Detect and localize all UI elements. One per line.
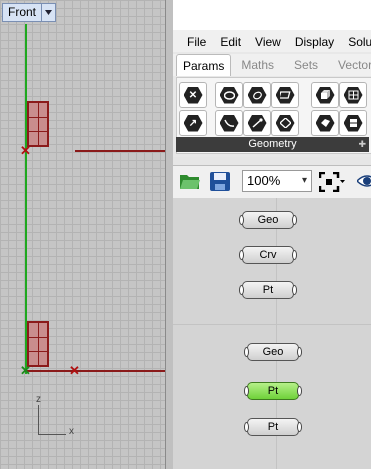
grasshopper-canvas[interactable]: Geo Crv Pt Geo Pt Pt (173, 198, 371, 469)
output-grip[interactable] (292, 285, 297, 295)
point-param-selected[interactable]: Pt (244, 382, 302, 400)
input-grip[interactable] (244, 422, 249, 432)
output-grip[interactable] (297, 422, 302, 432)
ring-icon[interactable] (243, 82, 271, 108)
output-grip[interactable] (297, 386, 302, 396)
zoom-select[interactable]: 100% ▾ (242, 170, 312, 192)
tab-maths[interactable]: Maths (231, 54, 284, 76)
canvas-toolbar: 100% ▾ (173, 165, 371, 199)
curve-icon[interactable] (215, 110, 243, 136)
plane-icon[interactable] (271, 110, 299, 136)
menu-edit[interactable]: Edit (206, 30, 241, 52)
param-label: Pt (267, 385, 279, 397)
input-grip[interactable] (239, 285, 244, 295)
origin-point-marker[interactable]: ✕ (20, 364, 31, 377)
point-marker[interactable]: ✕ (20, 144, 31, 157)
viewport-tab[interactable]: Front (2, 3, 57, 22)
output-grip[interactable] (292, 250, 297, 260)
geometry-box-top[interactable] (27, 101, 49, 147)
preview-eye-icon[interactable] (355, 173, 371, 192)
menu-file[interactable]: File (173, 30, 206, 52)
point-param[interactable]: Pt (244, 418, 302, 436)
output-grip[interactable] (292, 215, 297, 225)
ribbon-group-label: Geometry (248, 138, 297, 150)
menu-view[interactable]: View (241, 30, 281, 52)
surface-patch-icon[interactable] (339, 110, 367, 136)
circle-icon[interactable] (215, 82, 243, 108)
triad-x-line (38, 434, 66, 435)
triad-x-label: x (69, 426, 74, 437)
save-icon[interactable] (209, 171, 231, 195)
triad-z-label: z (36, 394, 41, 405)
ribbon-group-geometry[interactable]: Geometry ✚ (176, 137, 369, 152)
chevron-down-icon (45, 10, 53, 15)
delete-icon[interactable]: ✕ (179, 82, 207, 108)
toolbar-separator (173, 157, 371, 165)
input-grip[interactable] (239, 250, 244, 260)
viewport-menu-button[interactable] (41, 4, 55, 21)
surface-icon[interactable] (271, 82, 299, 108)
menu-bar: File Edit View Display Solu (173, 30, 371, 52)
menu-display[interactable]: Display (281, 30, 334, 52)
param-label: Geo (262, 346, 284, 358)
tab-vector[interactable]: Vector (328, 54, 371, 76)
tab-sets[interactable]: Sets (284, 54, 328, 76)
grasshopper-window: File Edit View Display Solu Params Maths… (173, 0, 371, 469)
box-icon[interactable] (311, 82, 339, 108)
input-grip[interactable] (244, 386, 249, 396)
geometry-param[interactable]: Geo (239, 211, 297, 229)
tab-params[interactable]: Params (176, 54, 232, 76)
title-strip (173, 0, 371, 30)
menu-solution[interactable]: Solu (334, 30, 371, 52)
mesh-icon[interactable] (339, 82, 367, 108)
viewport-name[interactable]: Front (3, 4, 41, 21)
param-label: Geo (257, 214, 279, 226)
zoom-extents-icon[interactable] (318, 171, 345, 195)
chevron-down-icon: ▾ (301, 175, 307, 186)
x-axis-line-top (75, 150, 165, 152)
input-grip[interactable] (239, 215, 244, 225)
zoom-value: 100% (247, 173, 281, 188)
curve-param[interactable]: Crv (239, 246, 297, 264)
geometry-box-bottom[interactable] (27, 321, 49, 367)
brep-icon[interactable] (311, 110, 339, 136)
param-label: Crv (259, 249, 277, 261)
geometry-param[interactable]: Geo (244, 343, 302, 361)
vector-icon[interactable]: ↗ (179, 110, 207, 136)
point-marker[interactable]: ✕ (69, 364, 80, 377)
group-expand-icon[interactable]: ✚ (358, 137, 366, 152)
line-icon[interactable] (243, 110, 271, 136)
point-param[interactable]: Pt (239, 281, 297, 299)
param-label: Pt (262, 284, 274, 296)
output-grip[interactable] (297, 347, 302, 357)
triad-z-line (38, 405, 39, 435)
rhino-viewport[interactable]: Front ✕ ✕ ✕ z x (0, 0, 165, 469)
input-grip[interactable] (244, 347, 249, 357)
x-axis-line-bottom (25, 370, 165, 372)
component-tabs: Params Maths Sets Vector (173, 54, 371, 76)
param-label: Pt (267, 421, 279, 433)
folder-open-icon[interactable] (179, 171, 201, 194)
